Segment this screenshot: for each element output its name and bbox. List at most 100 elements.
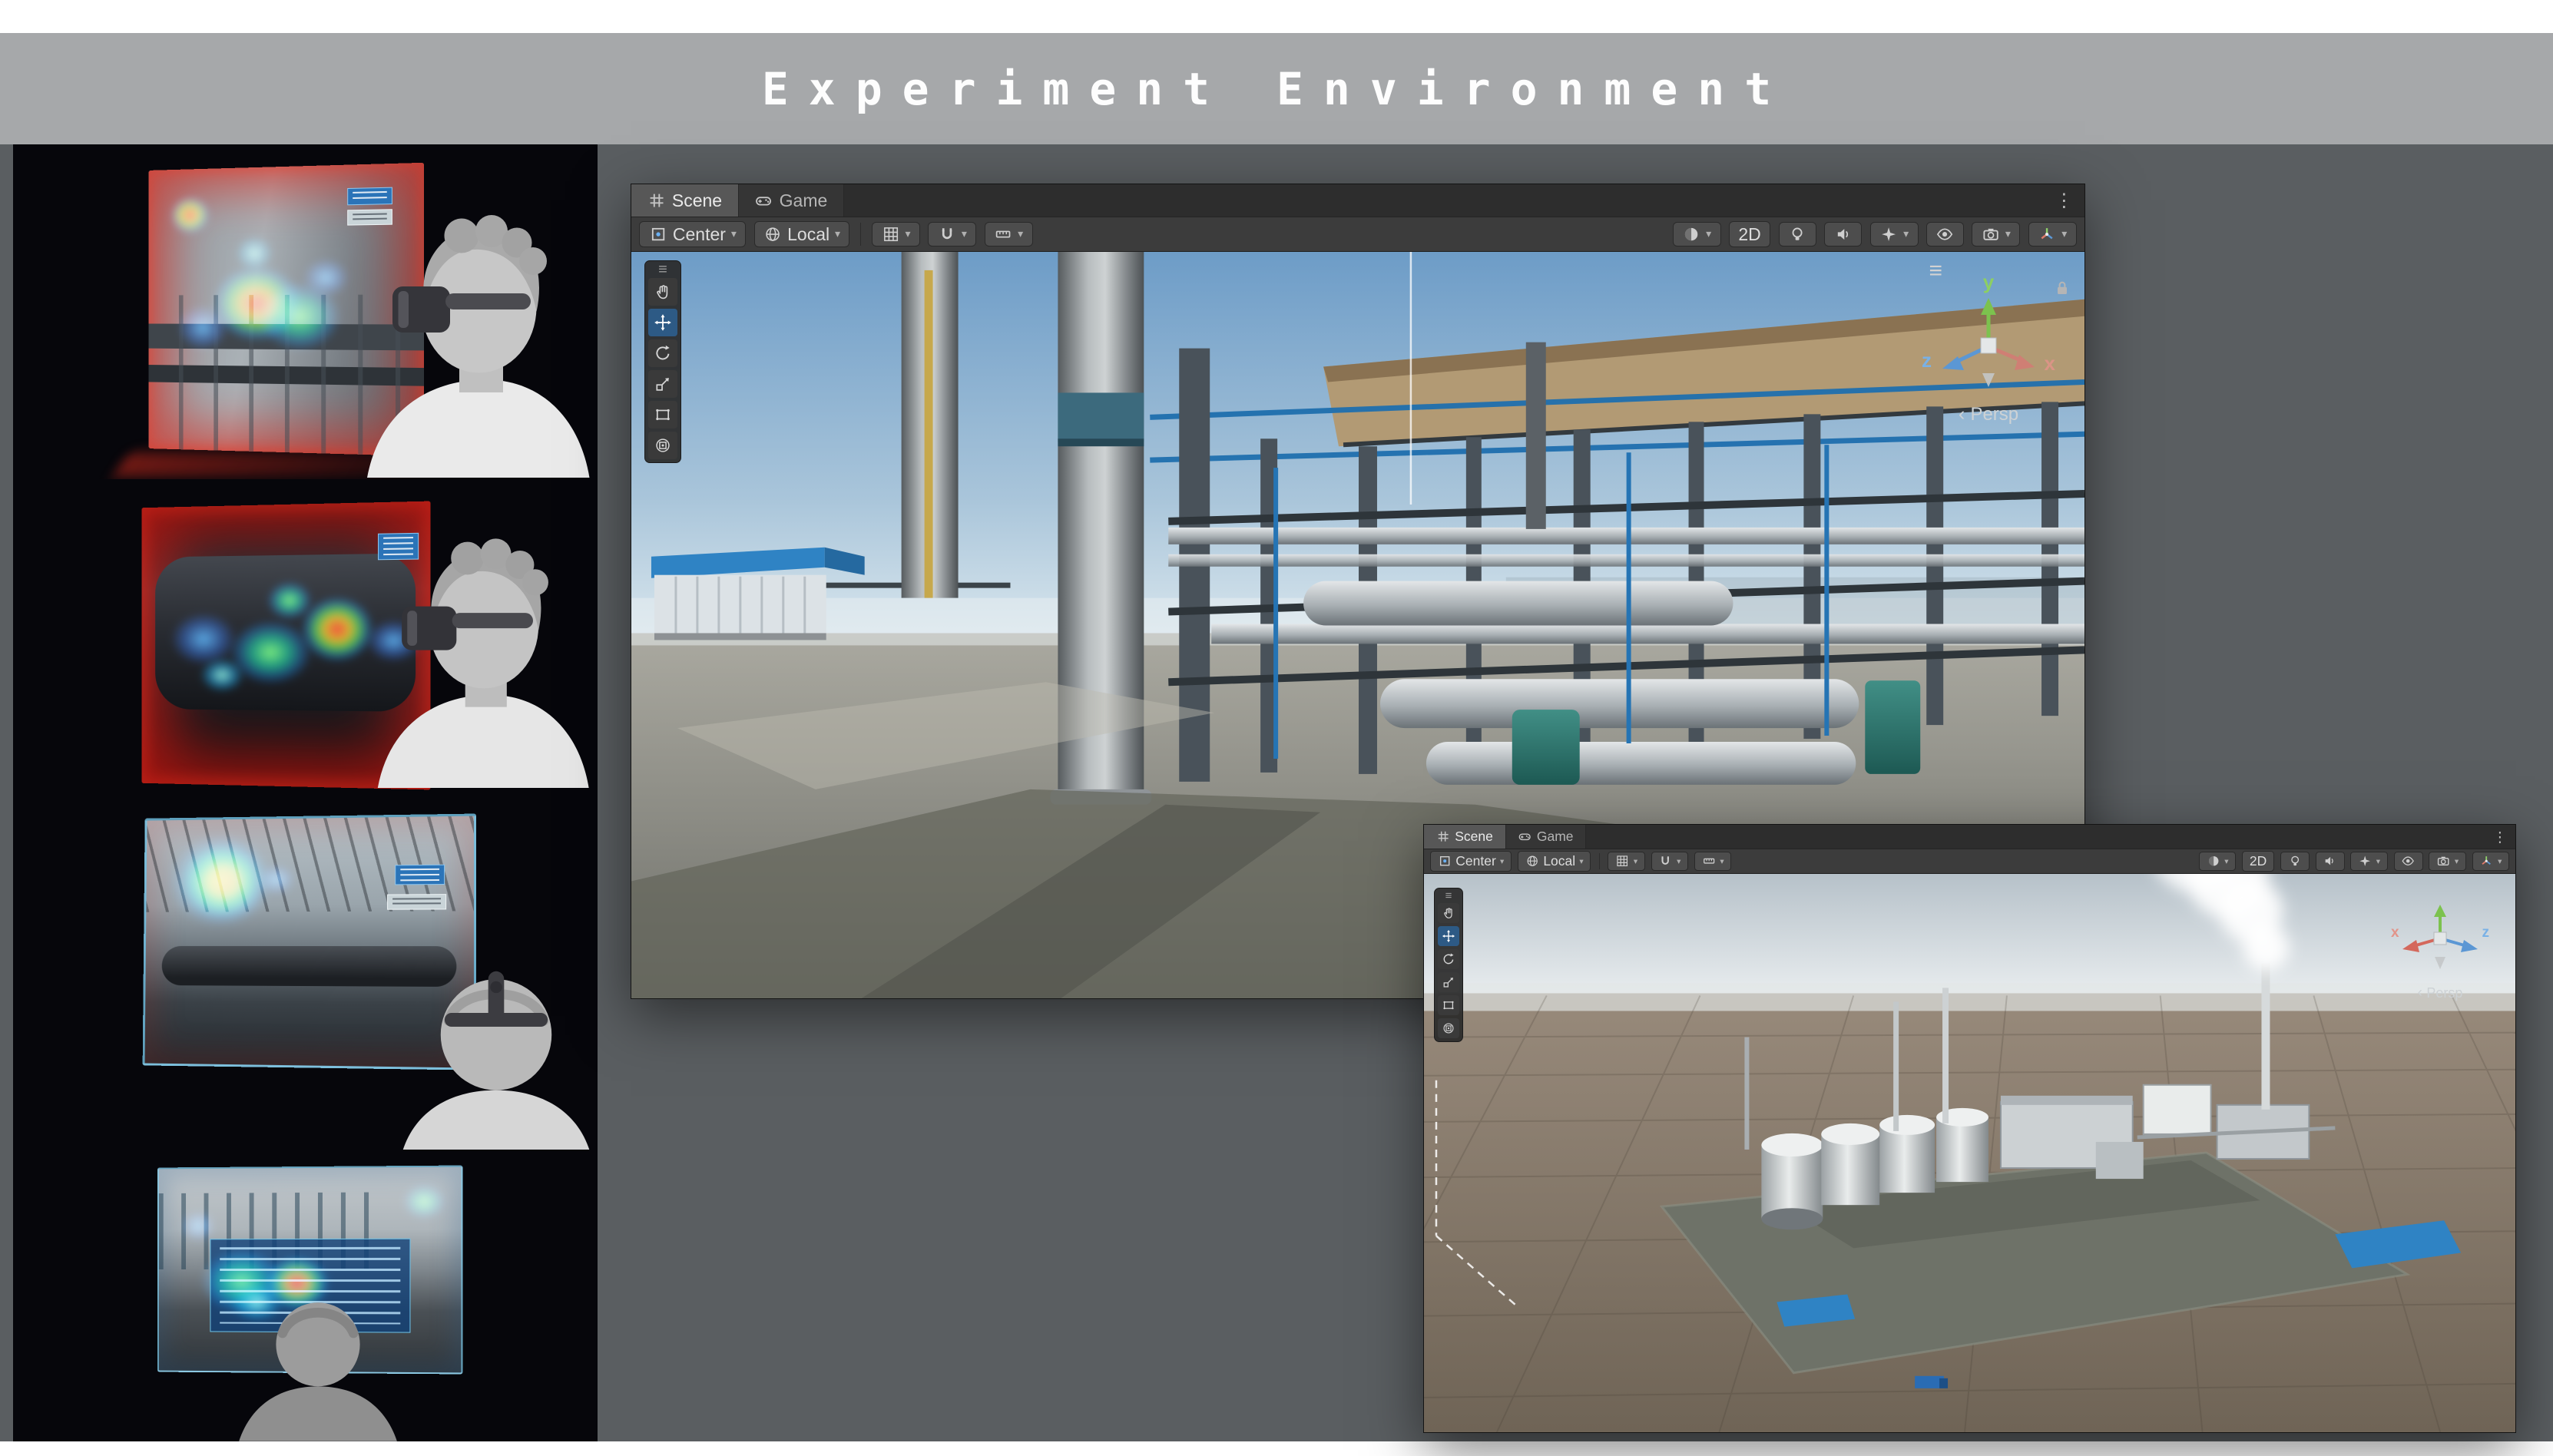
lightbulb-icon — [1788, 225, 1806, 243]
move-icon — [1442, 929, 1455, 943]
gaze-heatmap-blob — [236, 236, 273, 270]
2d-toggle-button[interactable]: 2D — [2242, 851, 2274, 872]
grid-visibility-button[interactable]: ▾ — [872, 222, 920, 247]
more-menu-icon: ⋮ — [2055, 190, 2073, 212]
rotate-tool-button[interactable] — [648, 339, 677, 367]
lock-icon[interactable] — [2052, 278, 2072, 298]
scene-orientation-gizmo[interactable]: y z x ‹ Persp — [1923, 272, 2054, 425]
projection-toggle[interactable]: ‹ Persp — [2394, 984, 2486, 1001]
rotate-tool-button[interactable] — [1438, 949, 1459, 969]
rect-tool-button[interactable] — [1438, 995, 1459, 1015]
gizmo-axis-x-label[interactable]: x — [2391, 925, 2399, 941]
effects-button[interactable]: ▾ — [1870, 222, 1919, 247]
tab-scene[interactable]: Scene — [1424, 825, 1506, 849]
effects-button[interactable]: ▾ — [2350, 852, 2387, 871]
dropdown-arrow-icon: ▾ — [1579, 857, 1583, 866]
rect-tool-icon — [1442, 998, 1455, 1012]
dropdown-arrow-icon: ▾ — [1018, 228, 1023, 240]
move-tool-button[interactable] — [1438, 926, 1459, 946]
shading-mode-button[interactable]: ▾ — [2199, 852, 2236, 871]
signboard — [395, 865, 445, 885]
vr-user-panel-2 — [13, 491, 598, 796]
gizmos-axes-icon — [2038, 225, 2056, 243]
dropdown-arrow-icon: ▾ — [1634, 857, 1637, 866]
snap-settings-button[interactable]: ▾ — [1651, 852, 1688, 871]
dropdown-arrow-icon: ▾ — [2498, 857, 2502, 866]
view-tool-button[interactable] — [1438, 903, 1459, 923]
gaze-heatmap-blob — [267, 581, 312, 620]
gizmos-button[interactable]: ▾ — [2472, 852, 2509, 871]
scene-lighting-button[interactable] — [2280, 852, 2310, 871]
toolstrip-grip[interactable]: ≡ — [658, 264, 667, 275]
rect-tool-button[interactable] — [648, 401, 677, 429]
scene-toolbar: Center ▾ Local ▾ ▾ ▾ ▾ — [1424, 849, 2515, 874]
gizmos-button[interactable]: ▾ — [2028, 222, 2077, 247]
scene-lighting-button[interactable] — [1779, 222, 1816, 247]
signboard — [387, 894, 446, 910]
transform-tool-button[interactable] — [648, 432, 677, 459]
scale-tool-button[interactable] — [1438, 972, 1459, 992]
orientation-mode-button[interactable]: Local ▾ — [754, 221, 850, 248]
scene-grid-icon — [1436, 829, 1450, 843]
dropdown-arrow-icon: ▾ — [731, 228, 737, 240]
2d-toggle-button[interactable]: 2D — [1729, 221, 1770, 248]
view-tool-button[interactable] — [648, 278, 677, 306]
2d-label: 2D — [1738, 224, 1760, 245]
move-icon — [654, 313, 672, 332]
scale-tool-button[interactable] — [648, 370, 677, 398]
gizmo-axis-z-label[interactable]: z — [2482, 925, 2490, 941]
scene-audio-button[interactable] — [1824, 222, 1862, 247]
tab-scene-label: Scene — [672, 190, 722, 211]
vr-user-figure — [237, 1288, 399, 1441]
scene-audio-button[interactable] — [2316, 852, 2345, 871]
move-tool-button[interactable] — [648, 309, 677, 336]
camera-settings-button[interactable]: ▾ — [1972, 222, 2020, 247]
snap-increment-button[interactable]: ▾ — [985, 222, 1033, 247]
scene-visibility-button[interactable] — [1926, 222, 1964, 247]
unity-editor-window-secondary: Scene Game ⋮ Center ▾ Local ▾ — [1423, 824, 2516, 1433]
scene-viewport[interactable]: ≡ x z — [1424, 874, 2515, 1432]
grid-visibility-button[interactable]: ▾ — [1608, 852, 1644, 871]
magnet-icon — [1658, 854, 1672, 868]
gizmo-axis-x-label[interactable]: x — [2045, 352, 2055, 376]
hand-icon — [1442, 906, 1455, 920]
window-menu-button[interactable]: ⋮ — [2485, 825, 2515, 849]
tab-game[interactable]: Game — [739, 184, 844, 217]
speaker-icon — [1834, 225, 1853, 243]
scale-icon — [654, 375, 672, 393]
window-menu-button[interactable]: ⋮ — [2044, 184, 2084, 217]
shaded-sphere-icon — [1682, 225, 1700, 243]
scene-orientation-gizmo[interactable]: x z ‹ Persp — [2394, 889, 2486, 1004]
dropdown-arrow-icon: ▾ — [1720, 857, 1724, 866]
snap-settings-button[interactable]: ▾ — [928, 222, 976, 247]
shaded-sphere-icon — [2207, 854, 2220, 868]
camera-settings-button[interactable]: ▾ — [2429, 852, 2465, 871]
orientation-mode-button[interactable]: Local ▾ — [1518, 851, 1591, 872]
transform-tool-button[interactable] — [1438, 1018, 1459, 1038]
tabbar-spacer — [844, 184, 2044, 217]
vr-user-panel-1 — [13, 151, 598, 479]
pivot-icon — [649, 225, 667, 243]
pivot-mode-button[interactable]: Center ▾ — [639, 221, 746, 248]
persp-label: Persp — [1970, 404, 2018, 425]
gaze-heatmap-blob — [181, 843, 265, 919]
snap-increment-button[interactable]: ▾ — [1694, 852, 1731, 871]
gizmo-axis-y-label[interactable]: y — [1983, 270, 1994, 294]
toolstrip-grip[interactable]: ≡ — [1445, 892, 1452, 900]
globe-icon — [763, 225, 782, 243]
speaker-icon — [2323, 854, 2336, 868]
rotate-icon — [1442, 952, 1455, 966]
dropdown-arrow-icon: ▾ — [2005, 228, 2011, 240]
tab-scene[interactable]: Scene — [631, 184, 739, 217]
scene-visibility-button[interactable] — [2394, 852, 2423, 871]
dropdown-arrow-icon: ▾ — [2224, 857, 2228, 866]
figure-title: Experiment Environment — [762, 63, 1791, 115]
rect-tool-icon — [654, 405, 672, 424]
camera-icon — [1982, 225, 2000, 243]
gizmo-axis-z-label[interactable]: z — [1922, 349, 1932, 372]
more-menu-icon: ⋮ — [2493, 829, 2507, 845]
shading-mode-button[interactable]: ▾ — [1673, 222, 1721, 247]
pivot-mode-button[interactable]: Center ▾ — [1430, 851, 1512, 872]
tab-game[interactable]: Game — [1506, 825, 1587, 849]
projection-toggle[interactable]: ‹ Persp — [1923, 403, 2054, 425]
